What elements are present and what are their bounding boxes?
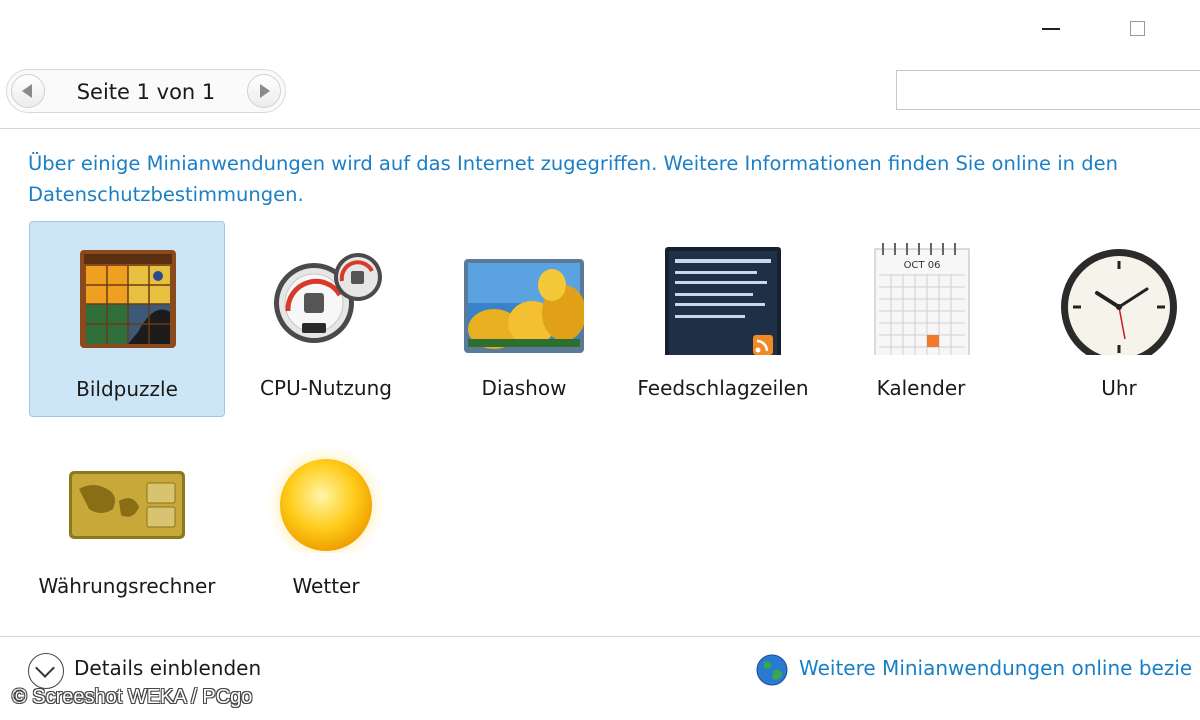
gadget-tile-wetter[interactable]: Wetter (228, 419, 424, 615)
top-divider (0, 128, 1200, 129)
previous-page-button[interactable] (11, 74, 45, 108)
privacy-info-link[interactable]: Über einige Minianwendungen wird auf das… (28, 148, 1188, 210)
show-details-button[interactable] (28, 653, 64, 689)
more-gadgets-online-link[interactable]: Weitere Minianwendungen online bezie (799, 656, 1192, 680)
next-page-button[interactable] (247, 74, 281, 108)
gadget-label: CPU-Nutzung (260, 376, 392, 400)
page-navigator: Seite 1 von 1 (6, 69, 286, 113)
gadget-label: Diashow (481, 376, 567, 400)
page-indicator: Seite 1 von 1 (76, 80, 216, 104)
gadget-tile-waehrungsrechner[interactable]: Währungsrechner (29, 419, 225, 615)
gadget-label: Uhr (1101, 376, 1137, 400)
gadget-label: Wetter (292, 574, 360, 598)
picture-puzzle-icon (80, 250, 176, 348)
copyright-watermark: © Screeshot WEKA / PCgo (12, 686, 253, 708)
gadget-tile-diashow[interactable]: Diashow (426, 221, 622, 417)
gadget-label: Währungsrechner (38, 574, 216, 598)
feed-headlines-icon (665, 247, 781, 355)
clock-icon (1061, 249, 1177, 355)
gadget-label: Feedschlagzeilen (637, 376, 809, 400)
search-input[interactable] (896, 70, 1200, 110)
minimize-button[interactable] (1030, 14, 1070, 44)
currency-icon (69, 471, 185, 539)
gadget-tile-cpu-nutzung[interactable]: CPU-Nutzung (228, 221, 424, 417)
cpu-meter-icon (274, 253, 382, 343)
globe-icon (756, 654, 788, 686)
gadget-tile-kalender[interactable]: OCT 06 Kalender (823, 221, 1019, 417)
gadget-label: Kalender (876, 376, 966, 400)
calendar-icon: OCT 06 (874, 243, 970, 355)
show-details-label[interactable]: Details einblenden (74, 656, 261, 680)
bottom-divider (0, 636, 1200, 637)
slideshow-icon (464, 259, 584, 353)
calendar-month-label: OCT 06 (904, 260, 941, 271)
weather-sun-icon (266, 445, 386, 553)
gadget-label: Bildpuzzle (76, 377, 178, 401)
gadget-tile-bildpuzzle[interactable]: Bildpuzzle (29, 221, 225, 417)
gadget-tile-uhr[interactable]: Uhr (1021, 221, 1200, 417)
maximize-button[interactable] (1118, 14, 1158, 44)
gadget-tile-feedschlagzeilen[interactable]: Feedschlagzeilen (625, 221, 821, 417)
